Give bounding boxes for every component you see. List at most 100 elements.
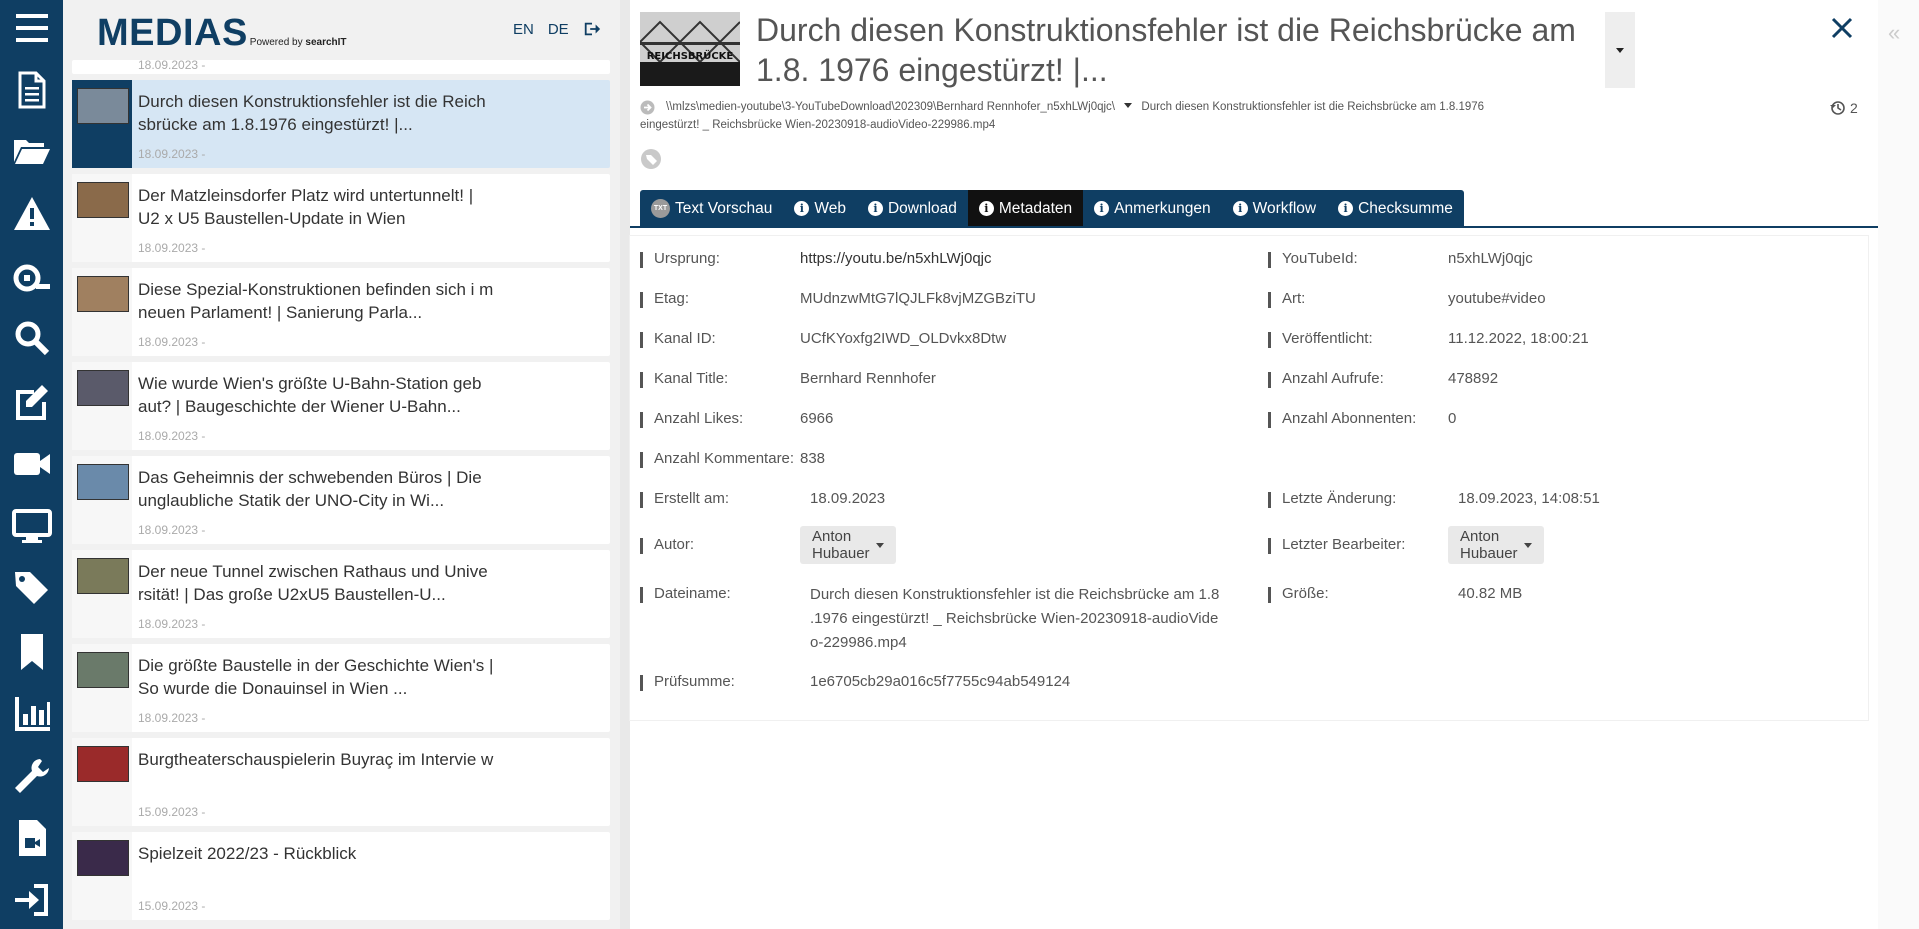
item-title: Der neue Tunnel zwischen Rathaus und Uni…	[138, 562, 488, 604]
video-camera-icon[interactable]	[10, 442, 54, 486]
item-thumbnail	[77, 558, 129, 594]
item-thumbnail	[77, 276, 129, 312]
wrench-icon[interactable]	[10, 754, 54, 798]
logo-text: MEDIAS	[97, 12, 248, 54]
sign-in-icon[interactable]	[10, 878, 54, 922]
item-thumbnail	[77, 746, 129, 782]
tab-label: Metadaten	[998, 199, 1073, 217]
tab-text-vorschau[interactable]: TXT Text Vorschau	[640, 190, 783, 227]
tab-label: Workflow	[1252, 199, 1317, 217]
lang-en-link[interactable]: EN	[513, 21, 534, 38]
tab-label: Checksumme	[1358, 199, 1453, 217]
edit-icon[interactable]	[10, 380, 54, 424]
detail-thumbnail: REICHSBRÜCKE	[640, 12, 740, 86]
list-item[interactable]: Der Matzleinsdorfer Platz wird untertunn…	[72, 174, 610, 262]
warning-icon[interactable]	[10, 192, 54, 236]
file-video-icon[interactable]	[10, 816, 54, 860]
list-item[interactable]: Spielzeit 2022/23 - Rückblick 15.09.2023 …	[72, 832, 610, 920]
chevron-down-icon	[1523, 542, 1532, 548]
chart-icon[interactable]	[10, 692, 54, 736]
detail-panel: REICHSBRÜCKE Durch diesen Konstruktionsf…	[630, 0, 1878, 929]
item-date: 18.09.2023 -	[138, 147, 206, 161]
item-thumbnail	[77, 370, 129, 406]
powered-by: Powered by searchIT	[249, 37, 347, 48]
brand-logo: MEDIAS Powered by searchIT	[97, 12, 347, 56]
item-title: Diese Spezial-Konstruktionen befinden si…	[138, 280, 494, 322]
tab-download[interactable]: i Download	[857, 190, 968, 227]
info-icon: i	[794, 201, 810, 216]
item-thumbnail	[77, 464, 129, 500]
tab-metadaten[interactable]: i Metadaten	[967, 190, 1084, 227]
item-date: 18.09.2023 -	[138, 241, 206, 255]
file-path: \\mlzs\medien-youtube\3-YouTubeDownload\…	[640, 98, 1560, 134]
list-item[interactable]: Wie wurde Wien's größte U-Bahn-Station g…	[72, 362, 610, 450]
close-icon[interactable]	[1828, 14, 1856, 42]
path-dir: \\mlzs\medien-youtube\3-YouTubeDownload\…	[666, 101, 1115, 113]
tab-label: Web	[814, 199, 846, 217]
ursprung-link[interactable]: https://youtu.be/n5xhLWj0qjc	[800, 250, 992, 267]
menu-icon[interactable]	[10, 6, 54, 50]
path-file-line2: eingestürzt! _ Reichsbrücke Wien-2023091…	[640, 119, 996, 131]
item-date: 15.09.2023 -	[138, 899, 206, 913]
item-thumbnail	[77, 652, 129, 688]
info-icon: i	[978, 201, 994, 216]
info-icon: i	[1094, 201, 1110, 216]
list-item[interactable]: Diese Spezial-Konstruktionen befinden si…	[72, 268, 610, 356]
item-date: 18.09.2023 -	[138, 617, 206, 631]
item-thumbnail	[77, 840, 129, 876]
item-title: Durch diesen Konstruktionsfehler ist die…	[138, 92, 486, 134]
panel-splitter[interactable]	[620, 0, 630, 929]
search-key-icon[interactable]	[10, 256, 54, 300]
detail-title: Durch diesen Konstruktionsfehler ist die…	[756, 12, 1576, 88]
tab-label: Download	[887, 199, 957, 217]
item-date: 18.09.2023 -	[138, 711, 206, 725]
tab-label: Text Vorschau	[675, 199, 773, 217]
bearbeiter-dropdown[interactable]: Anton Hubauer	[1448, 526, 1544, 564]
path-dropdown-icon[interactable]	[1124, 103, 1133, 108]
item-title: Burgtheaterschauspielerin Buyraç im Inte…	[138, 750, 494, 769]
arrow-right-circle-icon[interactable]	[640, 100, 655, 115]
autor-dropdown[interactable]: Anton Hubauer	[800, 526, 896, 564]
item-date: 18.09.2023 -	[138, 58, 206, 72]
list-item[interactable]: Das Geheimnis der schwebenden Büros | Di…	[72, 456, 610, 544]
item-date: 15.09.2023 -	[138, 805, 206, 819]
tags-icon[interactable]	[10, 566, 54, 610]
list-item[interactable]: Der neue Tunnel zwischen Rathaus und Uni…	[72, 550, 610, 638]
tab-web[interactable]: i Web	[783, 190, 857, 227]
result-list: 18.09.2023 - Durch diesen Konstruktionsf…	[72, 58, 610, 926]
list-item-partial[interactable]: 18.09.2023 -	[72, 58, 610, 74]
result-list-panel: MEDIAS Powered by searchIT EN DE 18.09.20…	[63, 0, 620, 929]
bookmark-icon[interactable]	[10, 630, 54, 674]
monitor-icon[interactable]	[10, 504, 54, 548]
tab-checksumme[interactable]: i Checksumme	[1327, 190, 1464, 227]
item-date: 18.09.2023 -	[138, 429, 206, 443]
info-icon: i	[867, 201, 883, 216]
language-switcher: EN DE	[513, 20, 601, 38]
item-title: Wie wurde Wien's größte U-Bahn-Station g…	[138, 374, 482, 416]
history-counter[interactable]: 2	[1830, 100, 1858, 116]
item-title: Das Geheimnis der schwebenden Büros | Di…	[138, 468, 482, 510]
tab-workflow[interactable]: i Workflow	[1222, 190, 1327, 227]
list-item[interactable]: Burgtheaterschauspielerin Buyraç im Inte…	[72, 738, 610, 826]
list-item[interactable]: Die größte Baustelle in der Geschichte W…	[72, 644, 610, 732]
lang-de-link[interactable]: DE	[548, 21, 569, 38]
tab-anmerkungen[interactable]: i Anmerkungen	[1083, 190, 1222, 227]
folder-open-icon[interactable]	[10, 128, 54, 172]
item-thumbnail	[77, 88, 129, 124]
icon-navigation	[0, 0, 63, 929]
history-icon	[1830, 101, 1845, 115]
chevron-down-icon	[875, 542, 884, 548]
detail-tabs: TXT Text Vorschau i Web i Download i Metadaten i…	[640, 190, 1464, 227]
tag-circle-icon[interactable]	[640, 148, 662, 170]
path-file-line1: Durch diesen Konstruktionsfehler ist die…	[1141, 101, 1485, 113]
txt-icon: TXT	[651, 199, 670, 218]
document-icon[interactable]	[10, 68, 54, 112]
item-date: 18.09.2023 -	[138, 523, 206, 537]
info-icon: i	[1338, 201, 1354, 216]
search-icon[interactable]	[10, 316, 54, 360]
metadata-card: Ursprung: https://youtu.be/n5xhLWj0qjc Yo…	[630, 236, 1868, 720]
collapse-panel-icon[interactable]: «	[1888, 20, 1900, 46]
title-dropdown-button[interactable]	[1605, 12, 1635, 88]
list-item[interactable]: Durch diesen Konstruktionsfehler ist die…	[72, 80, 610, 168]
logout-icon[interactable]	[583, 20, 601, 38]
